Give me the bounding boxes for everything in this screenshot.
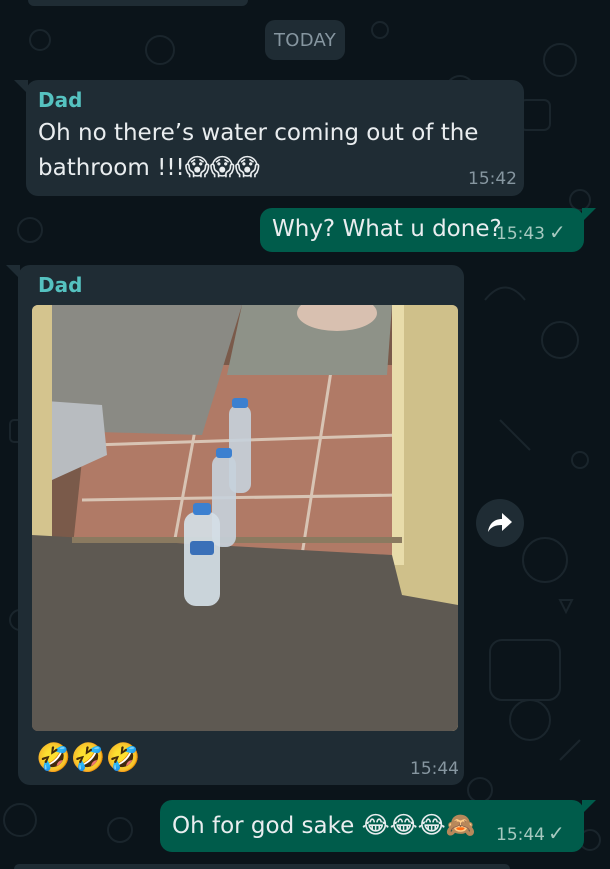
laughing-monkey-emoji: 😂😂😂🙈 <box>361 811 476 839</box>
bubble-tail <box>6 265 20 279</box>
forward-arrow-icon <box>488 513 512 532</box>
photo-content <box>32 305 458 731</box>
incoming-photo-message[interactable]: Dad 🤣🤣🤣 15:44 <box>6 265 464 785</box>
date-separator-label: TODAY <box>273 29 337 51</box>
message-text-line: Oh no there’s water coming out of the <box>38 120 479 146</box>
outgoing-message[interactable]: Oh for god sake 😂😂😂🙈 15:44 ✓ <box>160 800 596 852</box>
message-time: 15:44 <box>496 825 545 845</box>
previous-message-edge <box>28 0 248 6</box>
message-text-line: bathroom !!!😱😱😱 <box>38 150 478 185</box>
outgoing-message[interactable]: Why? What u done? 15:43 ✓ <box>260 208 596 252</box>
bubble-tail <box>582 800 596 814</box>
next-message-edge <box>14 864 510 869</box>
single-check-icon: ✓ <box>548 821 565 845</box>
sender-name: Dad <box>38 88 83 112</box>
message-text-part: Oh for god sake <box>172 813 355 839</box>
message-time: 15:43 <box>496 224 545 244</box>
message-text: Oh no there’s water coming out of the ba… <box>38 116 478 185</box>
incoming-message[interactable]: Dad Oh no there’s water coming out of th… <box>14 80 524 196</box>
single-check-icon: ✓ <box>549 220 566 244</box>
message-text-part: bathroom !!! <box>38 155 185 181</box>
message-text: Oh for god sake 😂😂😂🙈 <box>172 808 476 843</box>
message-photo[interactable] <box>32 305 458 731</box>
bubble-tail <box>14 80 28 94</box>
bubble-tail <box>582 208 596 222</box>
scream-emoji: 😱😱😱 <box>184 153 260 181</box>
message-time: 15:42 <box>468 169 517 189</box>
date-separator: TODAY <box>265 20 345 60</box>
message-text: Why? What u done? <box>272 216 502 242</box>
forward-button[interactable] <box>476 499 524 547</box>
message-time: 15:44 <box>410 759 459 779</box>
rofl-emoji: 🤣🤣🤣 <box>36 741 141 774</box>
sender-name: Dad <box>38 273 83 297</box>
